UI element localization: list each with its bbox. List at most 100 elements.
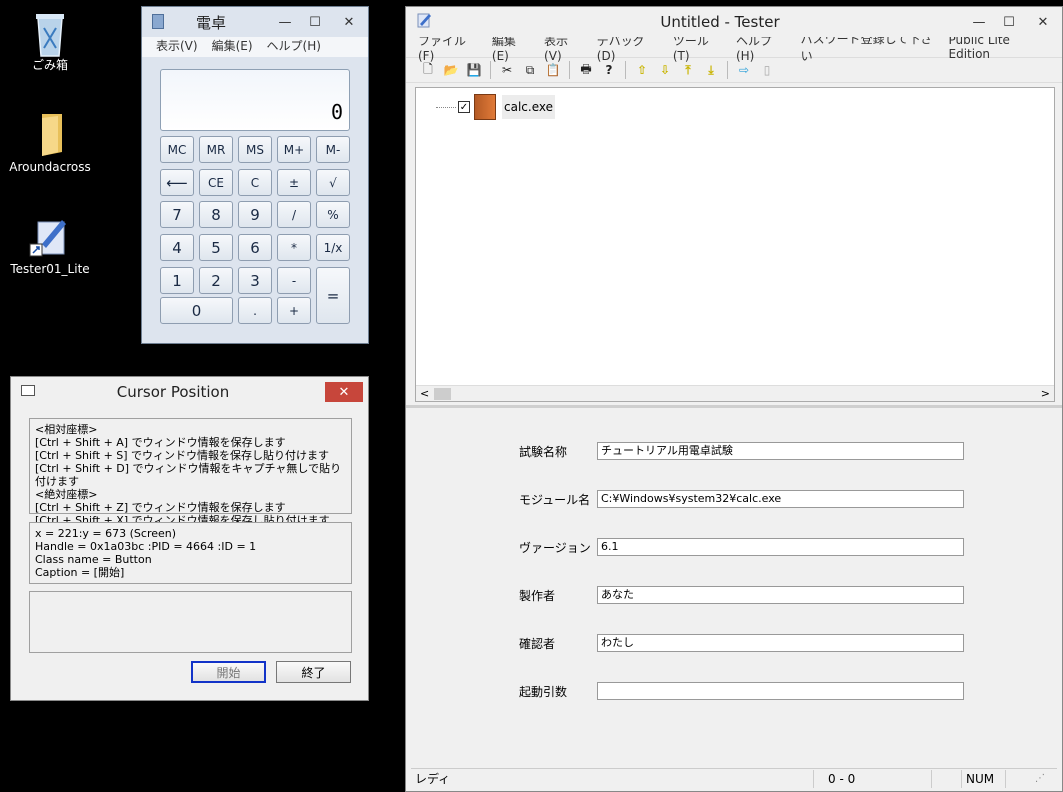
module-row: モジュール名 C:¥Windows¥system32¥calc.exe <box>519 490 964 508</box>
reviewer-field[interactable]: わたし <box>597 634 964 652</box>
tester-app-icon <box>416 12 432 28</box>
horizontal-scrollbar[interactable]: < > <box>416 385 1054 401</box>
tree-item-calc[interactable]: ✓ calc.exe <box>436 94 555 120</box>
status-caps <box>931 769 961 788</box>
maximize-button[interactable]: ☐ <box>300 12 330 32</box>
resize-grip-icon[interactable]: ⋰ <box>1035 773 1045 784</box>
move-up-icon[interactable]: ⇧ <box>632 60 652 80</box>
edition-label: Public Lite Edition <box>948 33 1010 61</box>
folder-icon <box>28 112 72 156</box>
test-name-field[interactable]: チュートリアル用電卓試験 <box>597 442 964 460</box>
toolbar-separator <box>569 61 570 79</box>
close-button[interactable]: ✕ <box>325 382 363 402</box>
memory-clear-button[interactable]: MC <box>160 136 194 163</box>
subtract-button[interactable]: - <box>277 267 311 294</box>
digit-7-button[interactable]: 7 <box>160 201 194 228</box>
instruction-line: [Ctrl + Shift + D] でウィンドウ情報をキャプチャ無しで貼り付け… <box>35 462 342 488</box>
help-icon[interactable]: ? <box>599 60 619 80</box>
memory-add-button[interactable]: M+ <box>277 136 311 163</box>
memory-store-button[interactable]: MS <box>238 136 272 163</box>
decimal-button[interactable]: . <box>238 297 272 324</box>
cut-icon[interactable]: ✂ <box>497 60 517 80</box>
desktop-icon-tester[interactable]: Tester01_Lite <box>5 214 95 276</box>
tester-window: Untitled - Tester — ☐ ✕ ファイル(F) 編集(E) 表示… <box>405 6 1063 792</box>
calculator-titlebar[interactable]: 電卓 — ☐ ✕ <box>142 7 368 37</box>
print-icon[interactable]: 🖶 <box>576 60 596 80</box>
multiply-button[interactable]: * <box>277 234 311 261</box>
cursor-titlebar[interactable]: Cursor Position ✕ <box>11 377 368 407</box>
desktop-icon-label: ごみ箱 <box>31 58 68 72</box>
status-bar: レディ 0 - 0 NUM ⋰ <box>411 768 1057 788</box>
digit-8-button[interactable]: 8 <box>199 201 233 228</box>
menu-view[interactable]: 表示(V) <box>156 37 198 57</box>
tester-menubar: ファイル(F) 編集(E) 表示(V) デバッグ(D) ツール(T) ヘルプ(H… <box>406 32 1062 63</box>
version-row: ヴァージョン 6.1 <box>519 538 964 556</box>
sign-button[interactable]: ± <box>277 169 311 196</box>
close-button[interactable]: ✕ <box>1024 12 1062 32</box>
info-line: Caption = [開始] <box>35 566 125 579</box>
tree-connector <box>436 106 456 108</box>
blank-page-icon[interactable]: ▯ <box>757 60 777 80</box>
clear-button[interactable]: C <box>238 169 272 196</box>
desktop-icon-label: Tester01_Lite <box>10 262 90 276</box>
display-value: 0 <box>330 100 343 124</box>
digit-9-button[interactable]: 9 <box>238 201 272 228</box>
divide-button[interactable]: / <box>277 201 311 228</box>
info-line: Class name = Button <box>35 553 152 566</box>
digit-3-button[interactable]: 3 <box>238 267 272 294</box>
digit-1-button[interactable]: 1 <box>160 267 194 294</box>
instruction-line: [Ctrl + Shift + Z] でウィンドウ情報を保存します <box>35 501 286 514</box>
percent-button[interactable]: % <box>316 201 350 228</box>
minimize-button[interactable]: — <box>270 12 300 32</box>
copy-icon[interactable]: ⧉ <box>520 60 540 80</box>
equals-button[interactable]: = <box>316 267 350 324</box>
sqrt-button[interactable]: √ <box>316 169 350 196</box>
status-num: NUM <box>961 769 1005 788</box>
reciprocal-button[interactable]: 1/x <box>316 234 350 261</box>
tester-titlebar[interactable]: Untitled - Tester — ☐ ✕ <box>406 7 1062 37</box>
test-tree-view[interactable]: ✓ calc.exe < > <box>415 87 1055 402</box>
maximize-button[interactable]: ☐ <box>994 12 1024 32</box>
save-icon[interactable]: 💾 <box>464 60 484 80</box>
menu-edit[interactable]: 編集(E) <box>212 37 253 57</box>
move-bottom-icon[interactable]: ⤓ <box>701 60 721 80</box>
digit-4-button[interactable]: 4 <box>160 234 194 261</box>
paste-icon[interactable]: 📋 <box>543 60 563 80</box>
author-field[interactable]: あなた <box>597 586 964 604</box>
launch-args-field[interactable] <box>597 682 964 700</box>
module-name-field[interactable]: C:¥Windows¥system32¥calc.exe <box>597 490 964 508</box>
tree-checkbox[interactable]: ✓ <box>458 101 470 113</box>
add-button[interactable]: + <box>277 297 311 324</box>
digit-0-button[interactable]: 0 <box>160 297 233 324</box>
test-name-label: 試験名称 <box>519 444 568 459</box>
status-text: レディ <box>415 772 451 786</box>
move-top-icon[interactable]: ⤒ <box>678 60 698 80</box>
clear-entry-button[interactable]: CE <box>199 169 233 196</box>
end-button[interactable]: 終了 <box>276 661 351 683</box>
minimize-button[interactable]: — <box>964 12 994 32</box>
scroll-right-icon[interactable]: > <box>1041 387 1050 400</box>
digit-6-button[interactable]: 6 <box>238 234 272 261</box>
export-icon[interactable]: ⇨ <box>734 60 754 80</box>
digit-5-button[interactable]: 5 <box>199 234 233 261</box>
version-field[interactable]: 6.1 <box>597 538 964 556</box>
close-button[interactable]: ✕ <box>330 12 368 32</box>
author-label: 製作者 <box>519 588 556 603</box>
desktop-icon-recycle-bin[interactable]: ごみ箱 <box>5 8 95 73</box>
digit-2-button[interactable]: 2 <box>199 267 233 294</box>
calculator-window: 電卓 — ☐ ✕ 表示(V) 編集(E) ヘルプ(H) 0 MC MR MS M… <box>141 6 369 344</box>
start-button[interactable]: 開始 <box>191 661 266 683</box>
memory-recall-button[interactable]: MR <box>199 136 233 163</box>
pane-splitter[interactable] <box>406 405 1062 408</box>
menu-help[interactable]: ヘルプ(H) <box>267 37 321 57</box>
scroll-thumb[interactable] <box>434 388 451 400</box>
scroll-left-icon[interactable]: < <box>420 387 429 400</box>
new-file-icon[interactable]: 🗋 <box>418 60 438 80</box>
backspace-button[interactable]: ⟵ <box>160 169 194 196</box>
memory-subtract-button[interactable]: M- <box>316 136 350 163</box>
move-down-icon[interactable]: ⇩ <box>655 60 675 80</box>
toolbar-separator <box>727 61 728 79</box>
open-folder-icon[interactable]: 📂 <box>441 60 461 80</box>
desktop-icon-aroundacross[interactable]: Aroundacross <box>5 112 95 174</box>
info-line: x = 221:y = 673 (Screen) <box>35 527 177 540</box>
